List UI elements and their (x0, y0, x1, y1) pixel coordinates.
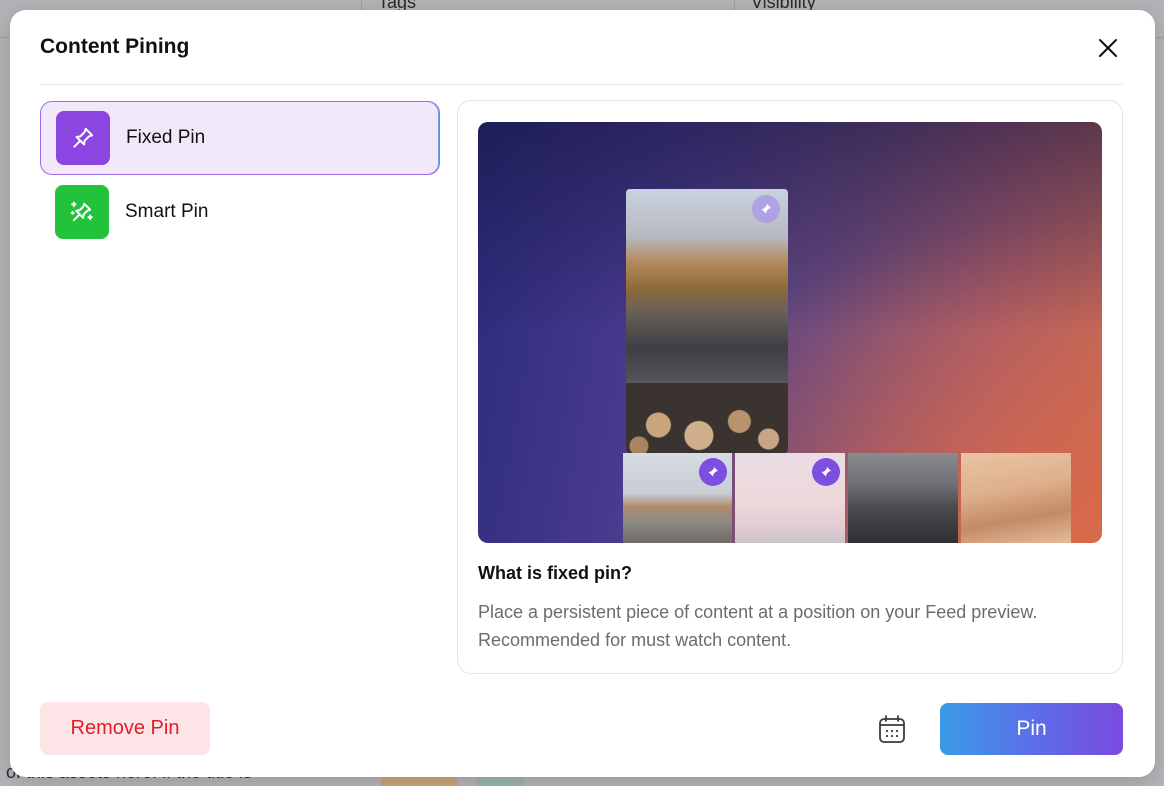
schedule-button[interactable] (876, 712, 908, 746)
preview-heading: What is fixed pin? (478, 563, 633, 583)
pin-badge-icon (752, 195, 780, 223)
option-smart-pin[interactable]: Smart Pin (40, 175, 440, 249)
option-label: Fixed Pin (126, 127, 206, 148)
pin-badge-icon (699, 458, 727, 486)
pin-badge-icon (812, 458, 840, 486)
remove-pin-button[interactable]: Remove Pin (40, 702, 210, 755)
background-avatar (380, 776, 458, 786)
pinned-video-tile (626, 189, 788, 453)
calendar-icon (879, 715, 905, 743)
close-icon (1099, 39, 1117, 57)
background-avatar (475, 776, 525, 786)
preview-card: What is fixed pin? Place a persistent pi… (457, 100, 1123, 674)
feed-tile (735, 453, 845, 543)
close-button[interactable] (1093, 33, 1123, 63)
content-pinning-dialog: Content Pining Fixed Pin Smart Pin What … (10, 10, 1155, 777)
preview-description: Place a persistent piece of content at a… (478, 602, 1038, 650)
feed-tile (961, 453, 1071, 543)
header-divider (40, 84, 1123, 85)
option-label: Smart Pin (125, 201, 209, 222)
tile-image (626, 383, 788, 453)
dialog-title: Content Pining (40, 35, 190, 58)
fixed-pin-illustration (478, 122, 1102, 543)
pin-button[interactable]: Pin (940, 703, 1123, 755)
feed-tile (623, 453, 732, 543)
pin-icon (56, 111, 110, 165)
feed-tile (848, 453, 958, 543)
option-fixed-pin[interactable]: Fixed Pin (40, 101, 440, 175)
sparkle-pin-icon (55, 185, 109, 239)
